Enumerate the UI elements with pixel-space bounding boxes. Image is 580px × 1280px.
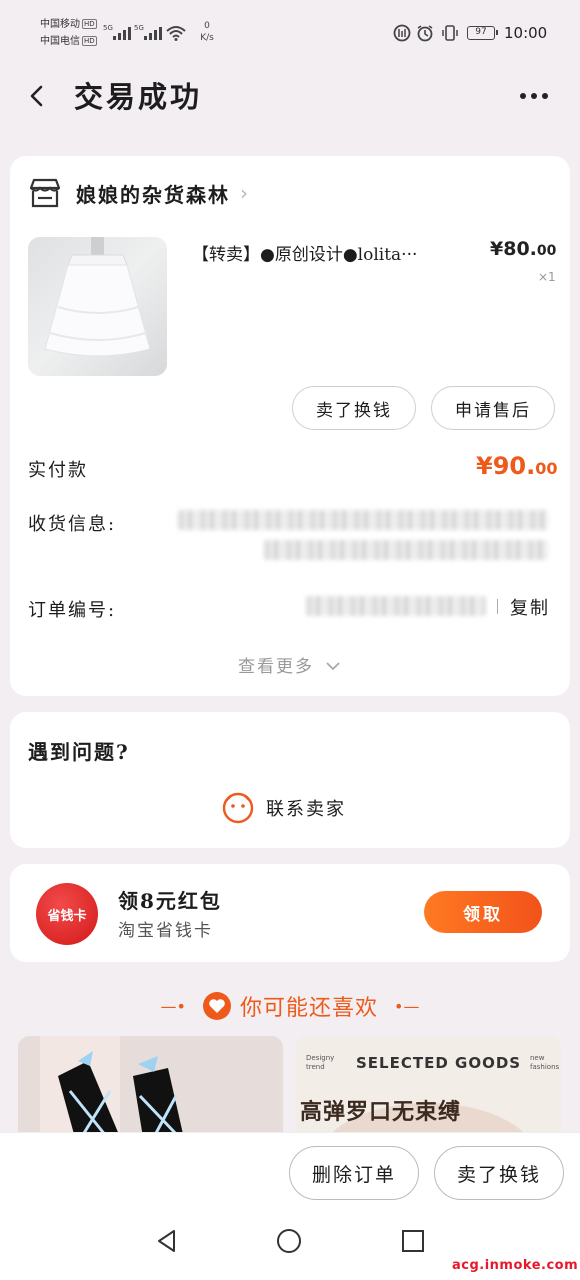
product-quantity: ×1 xyxy=(538,270,556,284)
net-type-1: 5G xyxy=(103,24,113,32)
savings-card-logo: 省钱卡 xyxy=(36,883,98,945)
product-title[interactable]: 【转卖】●原创设计●lolita··· xyxy=(192,240,482,265)
vibrate-icon xyxy=(442,25,458,41)
copy-button[interactable]: 复制 xyxy=(510,594,550,620)
divider xyxy=(497,599,498,614)
carrier-1: 中国移动 HD xyxy=(40,19,97,30)
coupon-subtitle: 淘宝省钱卡 xyxy=(118,921,213,941)
battery-icon: 97 xyxy=(467,26,498,40)
chevron-down-icon xyxy=(326,662,341,671)
help-title: 遇到问题? xyxy=(28,740,130,764)
nfc-icon xyxy=(393,24,411,42)
signal-icon-2 xyxy=(144,27,162,40)
shipping-label: 收货信息: xyxy=(28,514,117,535)
system-back-icon[interactable] xyxy=(154,1228,180,1254)
system-home-icon[interactable] xyxy=(276,1228,302,1254)
delete-order-button[interactable]: 删除订单 xyxy=(289,1146,419,1200)
paid-label: 实付款 xyxy=(28,460,88,481)
shipping-info-blurred-2 xyxy=(264,540,548,560)
heart-icon xyxy=(202,992,231,1020)
banner-tag-left: Designy trend xyxy=(306,1054,335,1071)
watermark: acg.inmoke.com xyxy=(452,1258,579,1273)
shop-name: 娘娘的杂货森林 xyxy=(76,182,230,207)
help-card xyxy=(10,712,570,848)
after-sales-button[interactable]: 申请售后 xyxy=(431,386,555,430)
contact-seller-label: 联系卖家 xyxy=(266,799,346,820)
signal-icon xyxy=(113,27,131,40)
coupon-title: 领8元红包 xyxy=(118,889,222,913)
claim-button[interactable]: 领取 xyxy=(424,891,542,933)
product-image[interactable] xyxy=(28,237,167,376)
recommend-heading: —• 你可能还喜欢 •— xyxy=(0,990,580,1022)
paid-amount: ¥90.00 xyxy=(476,452,558,480)
store-icon xyxy=(29,178,61,208)
net-type-2: 5G xyxy=(134,24,144,32)
system-recents-icon[interactable] xyxy=(400,1228,426,1254)
decor-right: •— xyxy=(394,996,420,1016)
banner-heading: SELECTED GOODS xyxy=(356,1054,522,1072)
petticoat-image xyxy=(44,237,151,357)
product-price: ¥80.00 xyxy=(490,238,557,260)
sell-for-cash-button[interactable]: 卖了换钱 xyxy=(292,386,416,430)
shop-link[interactable]: 娘娘的杂货森林 › xyxy=(28,178,248,208)
seller-face-icon xyxy=(222,792,254,824)
alarm-icon xyxy=(417,25,433,42)
more-menu-icon[interactable] xyxy=(514,86,554,106)
banner-tag-right: new fashions xyxy=(530,1054,560,1071)
order-number-label: 订单编号: xyxy=(28,600,117,621)
page-title: 交易成功 xyxy=(74,80,203,114)
contact-seller-button[interactable]: 联系卖家 xyxy=(222,792,346,824)
net-speed: 0 K/s xyxy=(200,21,214,43)
decor-left: —• xyxy=(160,996,186,1016)
banner-main-text: 高弹罗口无束缚 xyxy=(300,1100,462,1125)
wifi-icon xyxy=(166,26,186,41)
sell-for-cash-bottom-button[interactable]: 卖了换钱 xyxy=(434,1146,564,1200)
chevron-right-icon: › xyxy=(240,181,248,205)
clock: 10:00 xyxy=(504,24,548,42)
shipping-info-blurred xyxy=(178,510,548,530)
back-icon[interactable] xyxy=(24,82,52,110)
status-bar: 中国移动 HD 中国电信 HD 5G 5G 0 K/s 97 10:00 xyxy=(0,0,580,62)
carrier-2: 中国电信 HD xyxy=(40,36,97,47)
view-more-button[interactable]: 查看更多 xyxy=(238,652,341,677)
order-number-blurred xyxy=(306,596,486,616)
